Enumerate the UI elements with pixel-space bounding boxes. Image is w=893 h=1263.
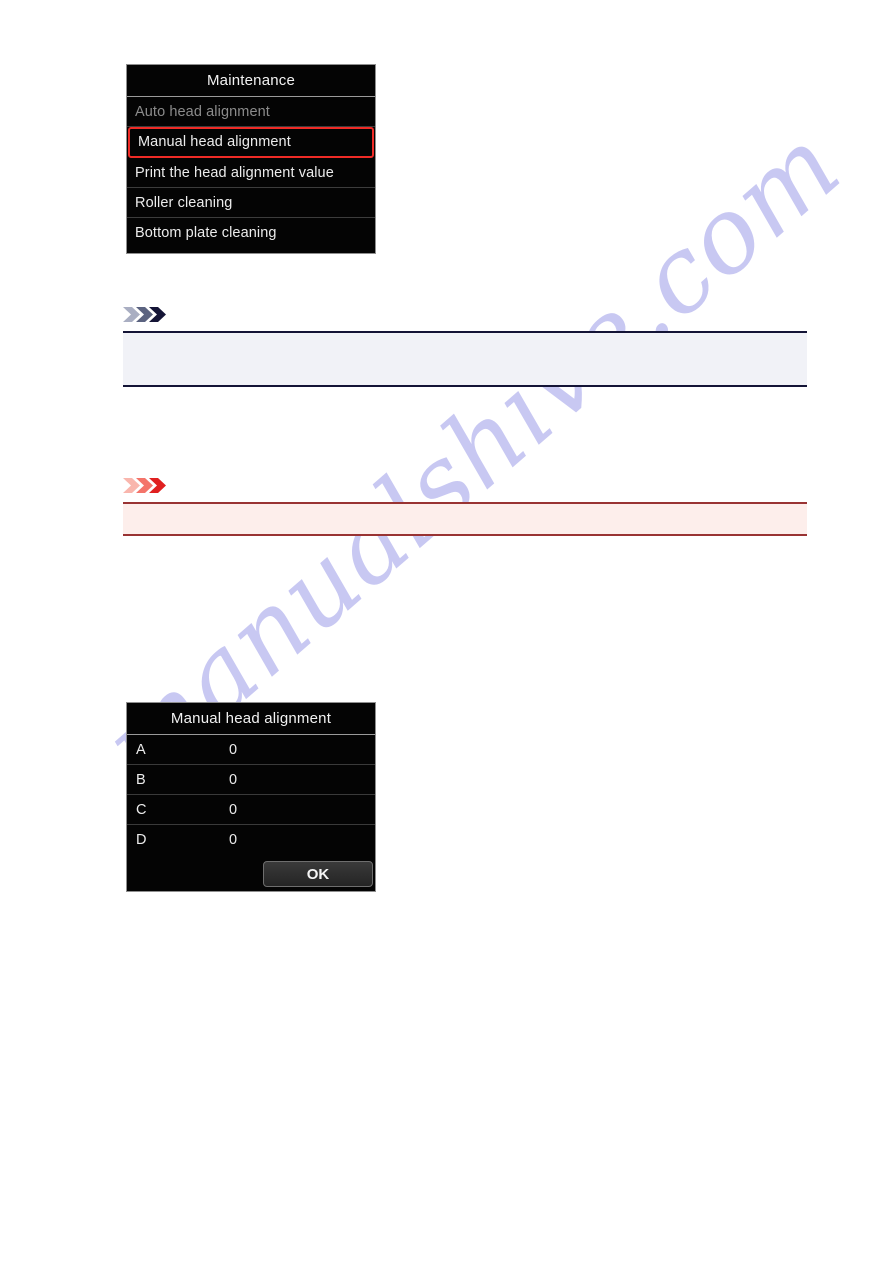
menu-item-label: Print the head alignment value <box>135 165 334 181</box>
alignment-row-label: D <box>136 832 147 845</box>
alignment-row-value: 0 <box>229 832 238 845</box>
menu-item-auto-head-alignment: Auto head alignment <box>127 97 375 127</box>
triple-chevron-icon <box>123 478 166 493</box>
ok-button[interactable]: OK <box>263 861 373 887</box>
alignment-row-value: 0 <box>229 802 238 818</box>
alignment-row-value: 0 <box>229 772 238 788</box>
alignment-row-d[interactable]: D 0 <box>127 825 375 845</box>
note-callout <box>123 306 807 387</box>
alignment-screen-title: Manual head alignment <box>127 703 375 735</box>
alignment-action-bar: OK <box>127 855 375 891</box>
triple-chevron-icon <box>123 307 166 322</box>
menu-item-label: Manual head alignment <box>138 134 291 150</box>
alignment-row-label: C <box>136 802 147 818</box>
note-callout-body <box>123 331 807 387</box>
menu-item-label: Roller cleaning <box>135 195 233 211</box>
alignment-row-a[interactable]: A 0 <box>127 735 375 765</box>
caution-callout <box>123 477 807 536</box>
alignment-row-label: B <box>136 772 146 788</box>
maintenance-screen: Maintenance Auto head alignment Manual h… <box>126 64 376 254</box>
alignment-row-b[interactable]: B 0 <box>127 765 375 795</box>
menu-item-label: Auto head alignment <box>135 104 270 120</box>
menu-item-print-head-alignment-value[interactable]: Print the head alignment value <box>127 158 375 188</box>
alignment-row-value: 0 <box>229 742 238 758</box>
manual-head-alignment-screen: Manual head alignment A 0 B 0 C 0 D 0 OK <box>126 702 376 892</box>
menu-item-manual-head-alignment[interactable]: Manual head alignment <box>128 127 374 158</box>
caution-callout-body <box>123 502 807 536</box>
maintenance-screen-title: Maintenance <box>127 65 375 97</box>
menu-item-bottom-plate-cleaning[interactable]: Bottom plate cleaning <box>127 218 375 248</box>
menu-item-label: Bottom plate cleaning <box>135 225 277 241</box>
alignment-row-c[interactable]: C 0 <box>127 795 375 825</box>
menu-item-roller-cleaning[interactable]: Roller cleaning <box>127 188 375 218</box>
alignment-row-label: A <box>136 742 146 758</box>
